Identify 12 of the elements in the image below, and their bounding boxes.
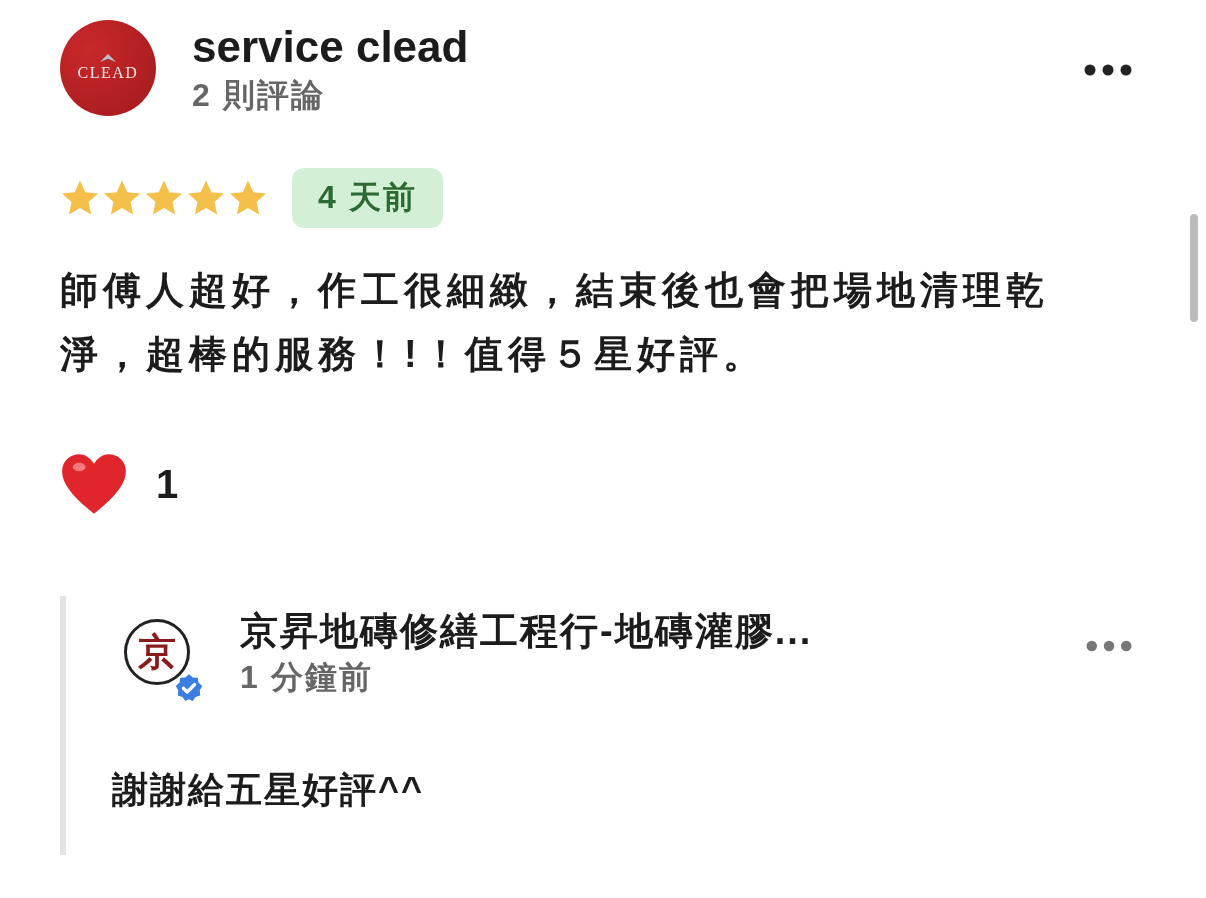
roof-icon xyxy=(100,54,116,62)
time-badge: 4 天前 xyxy=(292,168,443,228)
review-count: 2 則評論 xyxy=(192,76,326,115)
reply-author[interactable]: 京昇地磚修繕工程行-地磚灌膠... xyxy=(240,606,1082,656)
reply-text: 謝謝給五星好評^^ xyxy=(112,768,426,812)
reply-time: 1 分鐘前 xyxy=(240,658,374,697)
heart-icon[interactable] xyxy=(60,452,128,516)
author-name[interactable]: service clead xyxy=(192,20,1080,74)
review-text: 師傅人超好，作工很細緻，結束後也會把場地清理乾淨，超棒的服務！!！值得５星好評。 xyxy=(60,268,1050,377)
avatar[interactable]: CLEAD xyxy=(60,20,156,116)
reaction-count: 1 xyxy=(156,461,179,507)
scrollbar[interactable] xyxy=(1190,214,1198,322)
